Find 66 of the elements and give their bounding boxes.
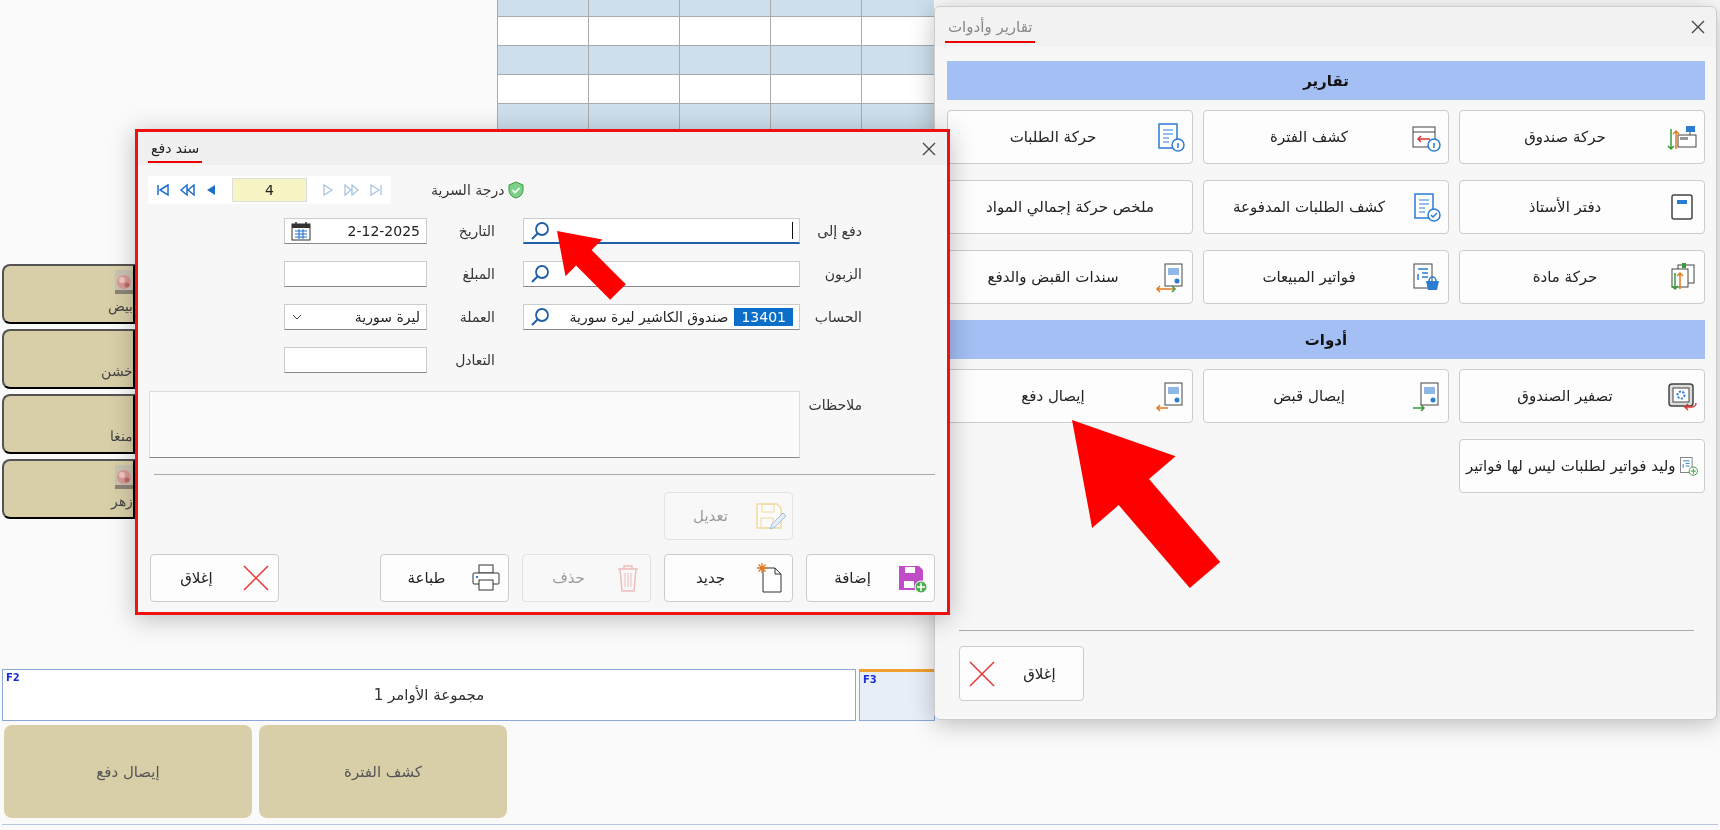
search-icon [530,264,550,284]
field-label: دفع إلى [816,223,862,239]
calendar-icon [291,221,311,241]
input-field[interactable] [284,347,427,373]
receipt-icon [1154,380,1186,412]
group-title: مجموعة الأوامر 1 [373,686,485,704]
account-code: 13401 [734,308,793,326]
dropdown[interactable]: ليرة سورية [284,304,427,330]
action-button[interactable]: إضافة [806,554,935,602]
shortcut-key: F2 [6,672,20,683]
safe-icon [1666,380,1698,412]
field-label: ملاحظات [807,396,862,413]
window-title: تقارير وأدوات [945,11,1036,43]
input-field[interactable] [523,218,800,244]
report-button[interactable]: حركة مادة [1459,250,1705,304]
report-button[interactable]: كشف الفترة [1203,110,1449,164]
search-icon [530,220,550,241]
first-record-icon[interactable] [155,182,171,198]
report-button[interactable]: تصفير الصندوق [1459,369,1705,423]
field-label: الزبون [823,266,862,282]
report-button[interactable]: وليد فواتير لطلبات ليس لها فواتير [1459,439,1705,493]
receipt-icon [1410,380,1442,412]
section-header: أدوات [947,320,1705,359]
printer-icon [470,562,502,594]
shortcut-key: F3 [863,674,877,685]
report-button[interactable]: حركة الطلبات [947,110,1193,164]
close-button[interactable]: إغلاق [959,646,1084,701]
pointer-arrow [557,231,626,300]
close-icon [921,140,937,157]
product-button[interactable]: بيض [2,264,135,324]
product-button[interactable]: خشن [2,329,135,389]
invoice-icon [1410,261,1442,293]
action-button[interactable]: إغلاق [150,554,279,602]
field-label: العملة [458,309,496,325]
command-button[interactable]: كشف الفترة [259,725,507,818]
command-button[interactable]: إيصال دفع [4,725,252,818]
input-field[interactable]: 2-12-2025 [284,218,427,244]
close-icon [1690,19,1706,35]
report-button[interactable]: دفتر الأستاذ [1459,180,1705,234]
report-button[interactable]: سندات القبض والدفع [947,250,1193,304]
report-button[interactable]: ملخص حركة إجمالي المواد [947,180,1193,234]
command-group-tab[interactable]: F3 [859,669,935,721]
field-label: الحساب [813,309,862,325]
record-number-field[interactable]: 4 [232,178,307,202]
field-label: التعادل [454,352,496,368]
action-button[interactable]: طباعة [380,554,509,602]
section-header: تقارير [947,61,1705,100]
window-title: سند دفع [148,134,203,163]
product-button[interactable]: منغا [2,394,135,454]
action-button[interactable]: جديد [664,554,793,602]
report-button[interactable]: فواتير المبيعات [1203,250,1449,304]
product-button[interactable]: زهر [2,459,135,519]
receipt-icon [1154,261,1186,293]
search-icon [530,307,550,327]
field-label: درجة السرية [431,182,505,198]
shield-check-icon [508,181,525,199]
field-label: التاريخ [457,223,496,239]
report-button[interactable]: حركة صندوق [1459,110,1705,164]
rewind-icon[interactable] [179,182,195,198]
input-field[interactable] [284,261,427,287]
notes-field[interactable] [149,391,800,458]
report-button[interactable]: كشف الطلبات المدفوعة [1203,180,1449,234]
field-label: المبلغ [461,266,496,282]
floppy-disk-icon [754,500,786,532]
report-button[interactable]: إيصال دفع [947,369,1193,423]
report-button[interactable]: إيصال قبض [1203,369,1449,423]
